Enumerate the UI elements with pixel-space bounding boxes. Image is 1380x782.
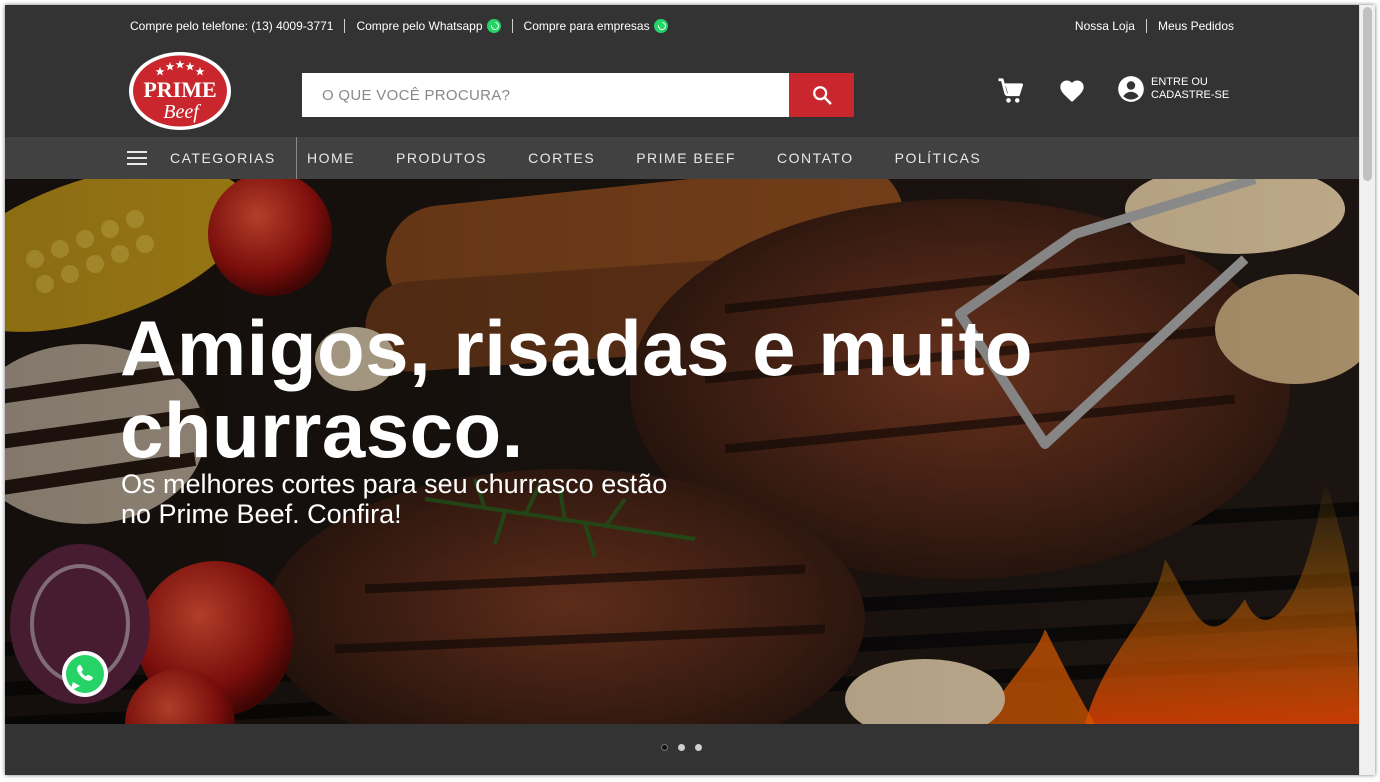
prime-beef-logo[interactable]: PRIME Beef (127, 50, 233, 132)
main-nav: CATEGORIAS HOME PRODUTOS CORTES PRIME BE… (5, 137, 1359, 179)
slider-dot-1[interactable] (661, 744, 668, 751)
top-bar: Compre pelo telefone: (13) 4009-3771 Com… (5, 5, 1359, 47)
search-button[interactable] (789, 73, 854, 117)
top-bar-left: Compre pelo telefone: (13) 4009-3771 Com… (130, 19, 668, 33)
menu-icon (127, 151, 147, 165)
divider (344, 19, 346, 33)
search-bar (302, 73, 854, 117)
slider-bar (5, 724, 1359, 775)
account-icon (1118, 76, 1144, 102)
nav-item-produtos[interactable]: PRODUTOS (396, 150, 487, 166)
page-scrollbar[interactable] (1359, 5, 1375, 775)
header: PRIME Beef O QUE VOCÊ PROCURA? ENTRE OU … (5, 47, 1359, 137)
orders-link[interactable]: Meus Pedidos (1158, 19, 1234, 33)
whatsapp-float-button[interactable] (60, 649, 110, 699)
account-label: ENTRE OU CADASTRE-SE (1151, 76, 1230, 101)
nav-item-prime-beef[interactable]: PRIME BEEF (636, 150, 736, 166)
logo-text-beef: Beef (163, 101, 201, 123)
account-login-link[interactable]: ENTRE OU CADASTRE-SE (1117, 75, 1241, 103)
slider-dots (661, 744, 712, 751)
search-input[interactable] (302, 73, 789, 117)
hero-title: Amigos, risadas e muito churrasco. (120, 304, 1034, 474)
divider (1145, 19, 1147, 33)
logo-text-prime: PRIME (143, 77, 216, 102)
wishlist-button[interactable] (1056, 75, 1088, 107)
cart-button[interactable] (995, 75, 1027, 107)
slider-dot-2[interactable] (678, 744, 685, 751)
nav-item-home[interactable]: HOME (307, 150, 355, 166)
hero-subtitle: Os melhores cortes para seu churrasco es… (121, 469, 668, 529)
hero-banner[interactable]: Amigos, risadas e muito churrasco. Os me… (5, 179, 1359, 724)
business-link[interactable]: Compre para empresas (524, 19, 668, 33)
whatsapp-icon (486, 19, 501, 33)
scrollbar-thumb[interactable] (1363, 7, 1372, 181)
categories-label: CATEGORIAS (170, 150, 276, 166)
slider-dot-3[interactable] (695, 744, 702, 751)
divider (511, 19, 513, 33)
page: Compre pelo telefone: (13) 4009-3771 Com… (5, 5, 1359, 775)
nav-item-contato[interactable]: CONTATO (777, 150, 854, 166)
store-link[interactable]: Nossa Loja (1075, 19, 1135, 33)
browser-viewport: Compre pelo telefone: (13) 4009-3771 Com… (5, 5, 1375, 775)
nav-links: HOME PRODUTOS CORTES PRIME BEEF CONTATO … (286, 137, 1001, 179)
top-bar-right: Nossa Loja Meus Pedidos (1075, 19, 1234, 33)
whatsapp-icon (653, 19, 668, 33)
heart-icon (1060, 80, 1084, 102)
nav-item-cortes[interactable]: CORTES (528, 150, 595, 166)
phone-link[interactable]: Compre pelo telefone: (13) 4009-3771 (130, 19, 333, 33)
search-icon (812, 86, 832, 105)
whatsapp-link[interactable]: Compre pelo Whatsapp (356, 19, 501, 33)
nav-item-politicas[interactable]: POLÍTICAS (895, 150, 982, 166)
cart-icon (998, 78, 1023, 103)
categories-menu-button[interactable]: CATEGORIAS (127, 137, 297, 179)
